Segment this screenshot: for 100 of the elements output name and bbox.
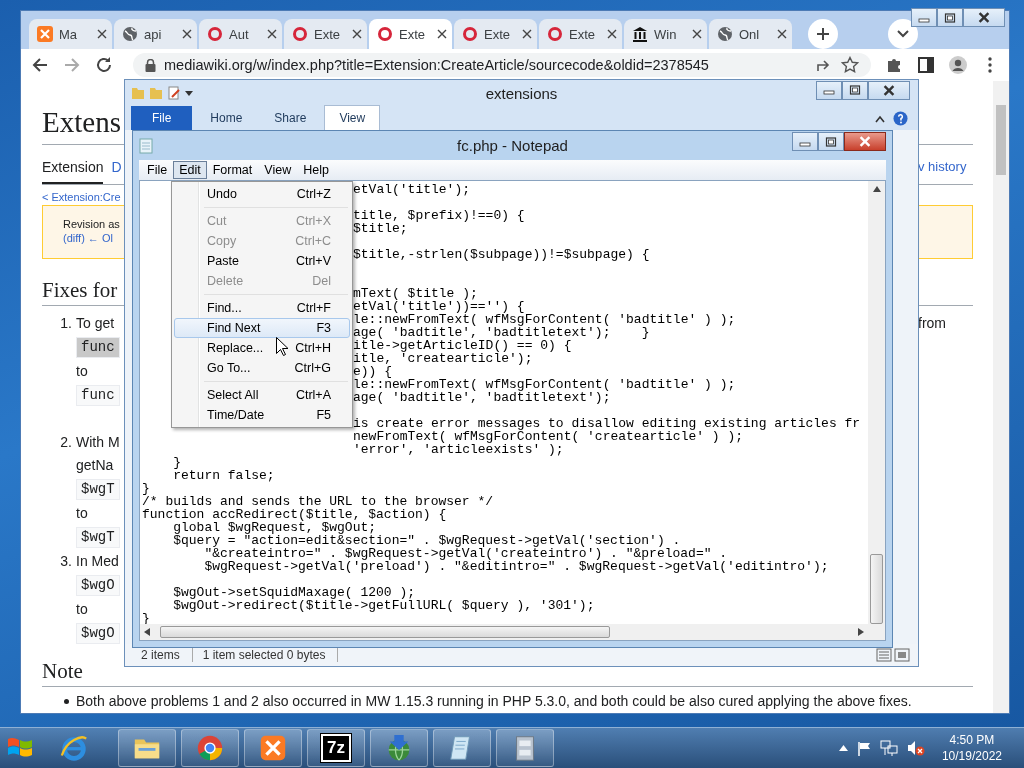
caret-icon bbox=[897, 30, 909, 38]
scrollbar[interactable] bbox=[140, 624, 868, 640]
close-button[interactable] bbox=[844, 132, 886, 151]
tab-search-button[interactable] bbox=[888, 19, 918, 49]
maximize-button[interactable] bbox=[937, 8, 963, 27]
close-icon[interactable] bbox=[692, 29, 702, 39]
close-icon[interactable] bbox=[97, 29, 107, 39]
close-icon[interactable] bbox=[777, 29, 787, 39]
maximize-button[interactable] bbox=[818, 132, 844, 151]
page-tab[interactable]: Extension bbox=[42, 159, 104, 184]
network-icon[interactable] bbox=[879, 740, 898, 756]
close-button[interactable] bbox=[868, 80, 910, 100]
code-line: age( 'badtitle', 'badtitletext'); } bbox=[353, 326, 651, 339]
muted-speaker-icon[interactable] bbox=[906, 740, 925, 756]
code-line: return false; bbox=[172, 469, 276, 482]
code-line: $wgRequest->getVal('preload') . "&editintro=" . $wgRequest->getVal('editintro'); bbox=[203, 560, 830, 573]
list-text: to bbox=[76, 504, 88, 523]
back-icon[interactable] bbox=[31, 56, 49, 74]
tray-expand-icon[interactable] bbox=[838, 745, 848, 751]
code-line: itle->getArticleID() == 0) { bbox=[353, 339, 572, 352]
mouse-pointer-icon bbox=[276, 337, 288, 356]
ring-icon bbox=[377, 26, 393, 42]
puzzle-icon[interactable] bbox=[885, 56, 903, 74]
menu-item[interactable]: Time/Date F5 bbox=[174, 405, 350, 425]
browser-e-icon[interactable] bbox=[59, 733, 89, 763]
menu-item[interactable]: Undo Ctrl+Z bbox=[174, 184, 350, 204]
window-title: extensions bbox=[484, 84, 559, 102]
new-tab-button[interactable] bbox=[808, 19, 838, 49]
scrollbar[interactable] bbox=[868, 181, 885, 640]
close-icon[interactable] bbox=[437, 29, 447, 39]
browser-tab[interactable]: Win bbox=[624, 19, 707, 49]
code-snippet: $wgO bbox=[76, 623, 120, 644]
page-tab[interactable]: D bbox=[111, 159, 122, 184]
menu-item[interactable]: Help bbox=[297, 161, 335, 179]
menu-item[interactable]: Edit bbox=[173, 161, 207, 179]
browser-tab[interactable]: Exte bbox=[454, 19, 537, 49]
scroll-thumb[interactable] bbox=[870, 554, 883, 624]
code-line: mText( $title ); bbox=[353, 287, 478, 300]
globe-icon bbox=[717, 26, 733, 42]
browser-tab[interactable]: api bbox=[114, 19, 197, 49]
close-icon[interactable] bbox=[352, 29, 362, 39]
archiver-logo[interactable]: 7z bbox=[321, 734, 351, 762]
code-line: $wgOut->setSquidMaxage( 1200 ); bbox=[172, 586, 416, 599]
menu-item[interactable]: Paste Ctrl+V bbox=[174, 251, 350, 271]
profile-icon[interactable] bbox=[949, 56, 967, 74]
browser-tab[interactable]: Exte bbox=[284, 19, 367, 49]
diff-link[interactable]: (diff) ← Ol bbox=[63, 231, 113, 245]
list-text: With M bbox=[76, 433, 120, 452]
browser-tab[interactable]: Exte bbox=[369, 19, 452, 49]
ribbon-tab[interactable]: View bbox=[324, 105, 381, 130]
chrome-icon[interactable] bbox=[195, 733, 225, 763]
code-snippet: func bbox=[76, 385, 120, 406]
scroll-right-icon[interactable] bbox=[858, 628, 864, 636]
close-icon[interactable] bbox=[267, 29, 277, 39]
menu-item[interactable]: Format bbox=[206, 161, 259, 179]
code-line: } bbox=[172, 456, 182, 469]
clock-date[interactable]: 10/19/2022 bbox=[941, 748, 1002, 764]
close-icon[interactable] bbox=[607, 29, 617, 39]
code-line: function accRedirect($title, $action) { bbox=[142, 508, 448, 521]
code-line: age( 'badtitle', 'badtitletext'); bbox=[353, 391, 612, 404]
star-icon[interactable] bbox=[841, 56, 859, 74]
ribbon-tab[interactable]: Share bbox=[260, 106, 321, 130]
list-text: To get bbox=[76, 314, 115, 333]
scroll-thumb[interactable] bbox=[160, 626, 610, 638]
close-icon[interactable] bbox=[522, 29, 532, 39]
close-icon[interactable] bbox=[182, 29, 192, 39]
menu-item[interactable]: Select All Ctrl+A bbox=[174, 385, 350, 405]
rename-icon[interactable] bbox=[167, 86, 181, 100]
ring-icon bbox=[292, 26, 308, 42]
menu-item[interactable]: View bbox=[258, 161, 298, 179]
view-icon[interactable] bbox=[876, 648, 910, 662]
flag-icon[interactable] bbox=[856, 740, 871, 756]
scroll-up-icon[interactable] bbox=[872, 186, 881, 192]
ribbon-tab[interactable]: Home bbox=[196, 106, 257, 130]
close-icon bbox=[977, 12, 991, 23]
collapse-icon[interactable] bbox=[875, 114, 885, 123]
code-line: is create error messages to disallow editing existing articles fr bbox=[353, 417, 862, 430]
scroll-left-icon[interactable] bbox=[144, 628, 150, 636]
address-bar[interactable]: mediawiki.org/w/index.php?title=Extension:CreateArticle/sourcecode&oldid=2378545 bbox=[133, 53, 871, 77]
menu-item[interactable]: Replace... Ctrl+H bbox=[174, 338, 350, 358]
clock-time[interactable]: 4:50 PM bbox=[941, 732, 1002, 748]
breadcrumb-link[interactable]: < Extension:Cre bbox=[42, 185, 121, 205]
dropdown-icon[interactable] bbox=[185, 89, 193, 97]
ribbon-tab[interactable]: File bbox=[131, 106, 193, 130]
browser-tab[interactable]: Onl bbox=[709, 19, 792, 49]
help-icon[interactable] bbox=[893, 111, 908, 126]
logo-icon[interactable] bbox=[258, 733, 288, 763]
menu-item[interactable]: File bbox=[141, 161, 174, 179]
menu-item[interactable]: Go To... Ctrl+G bbox=[174, 358, 350, 378]
scroll-thumb[interactable] bbox=[996, 105, 1006, 175]
reload-icon[interactable] bbox=[95, 56, 113, 74]
side-panel-icon[interactable] bbox=[917, 56, 935, 74]
maximize-button[interactable] bbox=[842, 80, 868, 100]
close-icon bbox=[882, 84, 896, 96]
scrollbar[interactable] bbox=[993, 81, 1009, 713]
browser-tab[interactable]: Ma bbox=[29, 19, 112, 49]
browser-tab[interactable]: Exte bbox=[539, 19, 622, 49]
close-button[interactable] bbox=[963, 8, 1005, 27]
browser-tab[interactable]: Aut bbox=[199, 19, 282, 49]
menu-item[interactable]: Find Next F3 bbox=[174, 318, 350, 338]
